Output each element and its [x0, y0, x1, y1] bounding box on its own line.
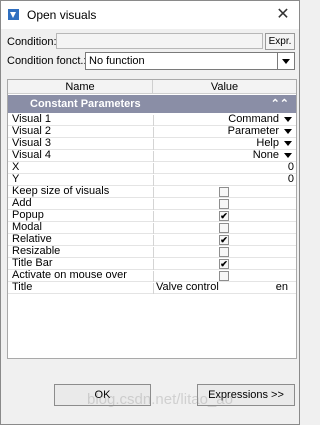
checkbox[interactable]: [219, 187, 229, 197]
close-button[interactable]: ✕: [273, 5, 293, 25]
column-divider: [153, 151, 154, 162]
property-name: Visual 3: [12, 137, 51, 149]
property-name: Keep size of visuals: [12, 185, 110, 197]
property-row[interactable]: Title Valve control en: [8, 281, 296, 294]
column-divider: [153, 139, 154, 150]
column-divider: [153, 115, 154, 126]
column-divider: [153, 187, 154, 198]
property-row[interactable]: Visual 2 Parameter: [8, 125, 296, 138]
property-row[interactable]: X0: [8, 161, 296, 174]
condition-field[interactable]: [56, 33, 263, 49]
property-row[interactable]: Popup ✔: [8, 209, 296, 222]
column-divider: [153, 283, 154, 294]
property-value[interactable]: Valve control: [156, 281, 219, 293]
section-header-constant-parameters[interactable]: Constant Parameters ⌃⌃: [8, 95, 296, 113]
property-value[interactable]: 0: [288, 161, 294, 173]
property-name: Visual 1: [12, 113, 51, 125]
property-name: X: [12, 161, 20, 173]
property-name: Resizable: [12, 245, 61, 257]
column-divider: [153, 259, 154, 270]
property-value[interactable]: 0: [288, 173, 294, 185]
expr-button[interactable]: Expr.: [265, 33, 295, 50]
title-bar[interactable]: Open visuals ✕: [1, 1, 299, 29]
window-title: Open visuals: [27, 8, 97, 22]
checkbox[interactable]: [219, 247, 229, 257]
value-column-header: Value: [153, 80, 296, 94]
name-column-header: Name: [8, 80, 153, 94]
column-divider: [153, 211, 154, 222]
property-name: Y: [12, 173, 20, 185]
property-row[interactable]: Add: [8, 197, 296, 210]
property-name: Modal: [12, 221, 42, 233]
property-name: Title Bar: [12, 257, 53, 269]
column-divider: [153, 199, 154, 210]
condition-function-value: No function: [89, 55, 145, 67]
column-divider: [153, 247, 154, 258]
checkbox[interactable]: ✔: [219, 211, 229, 221]
checkbox[interactable]: ✔: [219, 259, 229, 269]
property-value[interactable]: Parameter: [228, 125, 279, 137]
checkbox[interactable]: [219, 199, 229, 209]
watermark: blog.csdn.net/litao_ao: [87, 391, 233, 408]
property-value[interactable]: Help: [256, 137, 279, 149]
collapse-icon[interactable]: ⌃⌃: [271, 95, 289, 113]
property-row[interactable]: Activate on mouse over: [8, 269, 296, 282]
property-value[interactable]: Command: [228, 113, 279, 125]
property-row[interactable]: Visual 4 None: [8, 149, 296, 162]
language-code: en: [275, 281, 288, 293]
checkbox[interactable]: [219, 223, 229, 233]
app-icon: [8, 9, 19, 20]
property-grid: Name Value Constant Parameters ⌃⌃ Visual…: [7, 79, 297, 359]
checkbox[interactable]: [219, 271, 229, 281]
property-name: Visual 2: [12, 125, 51, 137]
column-divider: [153, 175, 154, 186]
property-name: Title: [12, 281, 33, 293]
column-divider: [153, 271, 154, 282]
column-divider: [153, 127, 154, 138]
condition-function-select[interactable]: No function: [85, 52, 295, 70]
column-divider: [153, 163, 154, 174]
property-name: Popup: [12, 209, 44, 221]
property-name: Add: [12, 197, 32, 209]
section-label: Constant Parameters: [30, 98, 141, 110]
checkbox[interactable]: ✔: [219, 235, 229, 245]
property-name: Visual 4: [12, 149, 51, 161]
open-visuals-dialog: Open visuals ✕ Condition: Expr. Conditio…: [0, 0, 300, 425]
column-divider: [153, 223, 154, 234]
property-name: Relative: [12, 233, 52, 245]
property-name: Activate on mouse over: [12, 269, 127, 281]
column-divider: [153, 235, 154, 246]
property-value[interactable]: None: [253, 149, 279, 161]
condition-label: Condition:: [7, 36, 57, 48]
condition-function-label: Condition fonct.:: [7, 55, 87, 67]
property-row[interactable]: Keep size of visuals: [8, 185, 296, 198]
chevron-down-icon[interactable]: [277, 53, 294, 69]
